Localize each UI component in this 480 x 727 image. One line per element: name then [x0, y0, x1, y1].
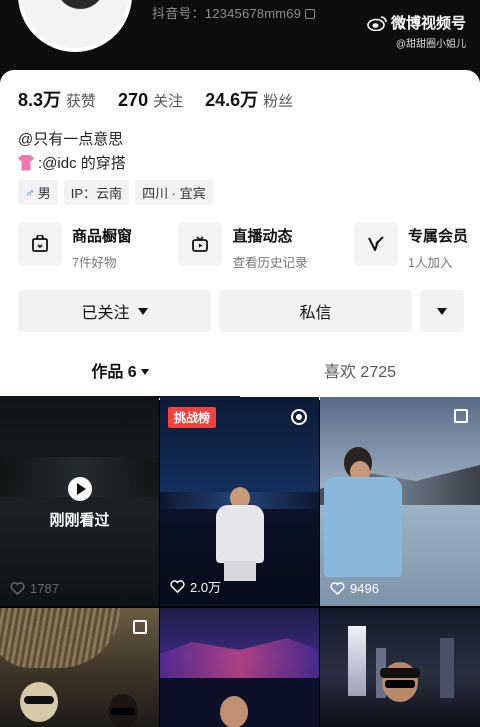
stat-following-label: 关注 [153, 93, 184, 110]
tab-likes[interactable]: 喜欢 2725 [240, 358, 480, 398]
feature-live-title: 直播动态 [232, 228, 293, 245]
feature-live[interactable]: 直播动态 查看历史记录 [178, 222, 308, 271]
douyin-id[interactable]: 抖音号：12345678mm69 [152, 3, 316, 22]
ip-tag: IP：云南 [63, 180, 130, 205]
stat-following[interactable]: 270 关注 [118, 90, 183, 111]
avatar[interactable] [18, 0, 132, 52]
message-label: 私信 [299, 305, 332, 322]
play-icon [67, 477, 92, 501]
douyin-id-text: 抖音号：12345678mm69 [152, 6, 302, 21]
stats-row: 8.3万 获赞 270 关注 24.6万 粉丝 [18, 86, 293, 112]
like-count-text: 1787 [30, 581, 59, 596]
just-watched: 刚刚看过 [0, 477, 159, 530]
tags-row: ♂ 男 IP：云南 四川 · 宜宾 [18, 180, 213, 205]
just-watched-label: 刚刚看过 [49, 512, 110, 529]
like-count: 1787 [10, 581, 59, 596]
feature-member-title: 专属会员 [407, 228, 468, 245]
like-count: 9496 [330, 581, 379, 596]
stat-likes-label: 获赞 [66, 93, 97, 110]
bio-line-2-text: :@idc 的穿搭 [38, 155, 126, 172]
following-label: 已关注 [81, 305, 130, 322]
multi-image-icon [454, 409, 468, 423]
shirt-icon [18, 154, 34, 171]
video-tile[interactable]: 刚刚看过 1787 [0, 397, 159, 606]
stat-followers-num: 24.6万 [205, 90, 259, 110]
stat-likes[interactable]: 8.3万 获赞 [18, 86, 96, 112]
heart-icon [10, 582, 25, 595]
feature-member-sub: 1人加入 [407, 256, 453, 270]
live-tv-icon [178, 222, 223, 266]
video-tile[interactable] [320, 608, 480, 727]
video-tile[interactable]: 9496 [320, 397, 480, 606]
like-count-text: 2.0万 [190, 580, 222, 595]
content-tabs: 作品 6 喜欢 2725 [0, 358, 480, 398]
location-text: 四川 · 宜宾 [142, 186, 206, 201]
ip-text: IP：云南 [70, 186, 123, 201]
like-count-text: 9496 [350, 581, 379, 596]
gender-tag: ♂ 男 [18, 180, 58, 205]
like-count: 2.0万 [170, 577, 221, 596]
profile-panel: 8.3万 获赞 270 关注 24.6万 粉丝 @只有一点意思 :@idc 的穿搭 ♂… [0, 70, 480, 400]
shop-window-icon [18, 222, 62, 266]
following-button[interactable]: 已关注 [18, 290, 211, 332]
weibo-icon [367, 15, 387, 31]
watermark-sub: @甜甜圈小姐儿 [395, 39, 466, 50]
heart-icon [330, 582, 345, 595]
bio-line-2[interactable]: :@idc 的穿搭 [18, 152, 126, 173]
tab-likes-label: 喜欢 2725 [323, 364, 397, 381]
feature-shop-window[interactable]: 商品橱窗 7件好物 [18, 222, 132, 271]
gender-text: 男 [37, 186, 51, 201]
feature-shop-sub: 7件好物 [72, 256, 117, 270]
video-tile[interactable]: 挑战榜 2.0万 [160, 397, 319, 606]
watermark-title: 微博视频号 [390, 15, 466, 32]
tab-works-label: 作品 6 [91, 364, 137, 381]
stat-followers[interactable]: 24.6万 粉丝 [205, 86, 293, 112]
video-tile[interactable] [0, 608, 159, 727]
chevron-down-icon [137, 307, 148, 315]
feature-shop-title: 商品橱窗 [72, 228, 133, 245]
live-photo-icon [291, 409, 307, 425]
message-button[interactable]: 私信 [219, 290, 412, 332]
video-grid: 刚刚看过 1787 挑战榜 2.0万 9496 [0, 397, 480, 727]
actions-row: 已关注 私信 [18, 290, 464, 332]
watermark: 微博视频号 @甜甜圈小姐儿 [367, 12, 466, 50]
multi-image-icon [133, 620, 147, 634]
chevron-down-icon [437, 307, 447, 315]
copy-icon[interactable] [305, 9, 316, 19]
more-button[interactable] [420, 290, 464, 332]
tab-works[interactable]: 作品 6 [0, 358, 240, 398]
bio-line-1[interactable]: @只有一点意思 [18, 128, 123, 149]
male-icon: ♂ [25, 185, 35, 200]
feature-live-sub: 查看历史记录 [232, 256, 308, 270]
location-tag: 四川 · 宜宾 [135, 180, 213, 205]
features-row: 商品橱窗 7件好物 直播动态 查看历史记录 专属会员 1人加入 [18, 222, 468, 271]
feature-member[interactable]: 专属会员 1人加入 [353, 222, 468, 271]
stat-following-num: 270 [118, 90, 149, 110]
challenge-badge: 挑战榜 [168, 407, 217, 428]
stat-likes-num: 8.3万 [18, 90, 62, 110]
member-icon [353, 222, 398, 266]
heart-icon [170, 580, 185, 593]
chevron-down-icon [140, 369, 149, 375]
video-tile[interactable] [160, 608, 319, 727]
stat-followers-label: 粉丝 [263, 93, 294, 110]
